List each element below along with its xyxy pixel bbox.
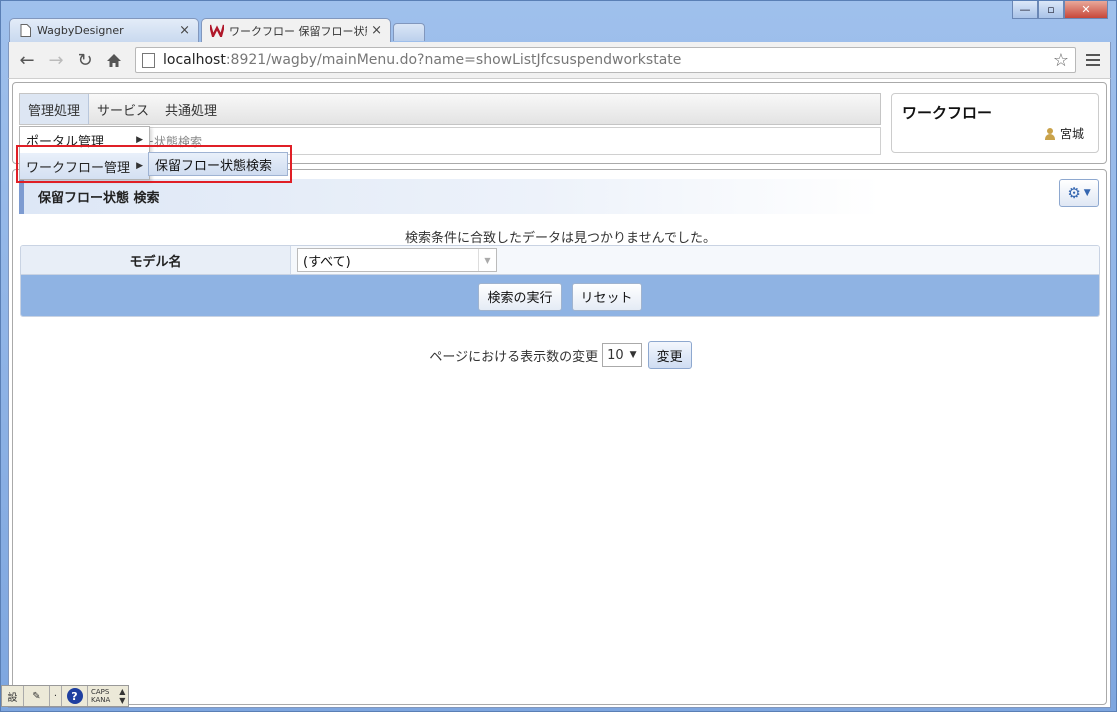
- gears-icon: ⚙: [1067, 184, 1081, 202]
- model-name-label: モデル名: [21, 246, 291, 274]
- app-title: ワークフロー: [902, 104, 993, 122]
- url-path: :8921/wagby/mainMenu.do?name=showListJfc…: [225, 52, 682, 68]
- tab-workflow[interactable]: ワークフロー 保留フロー状態検 ×: [201, 18, 391, 42]
- tab-title: ワークフロー 保留フロー状態検: [229, 24, 367, 38]
- caps-label: CAPS: [91, 688, 110, 696]
- page-size-control: ページにおける表示数の変更 10 ▼ 変更: [9, 340, 1112, 370]
- submenu-item-suspended-flow-search[interactable]: 保留フロー状態検索: [148, 152, 288, 176]
- tab-title: WagbyDesigner: [37, 24, 124, 37]
- settings-menu-button[interactable]: ⚙ ▼: [1059, 179, 1099, 207]
- maximize-button[interactable]: ▫: [1038, 1, 1064, 19]
- chevron-down-icon: ▼: [478, 249, 496, 271]
- model-name-cell: (すべて) ▼: [291, 246, 1099, 274]
- menu-service[interactable]: サービス: [89, 94, 157, 124]
- window-controls: — ▫ ✕: [1012, 1, 1108, 19]
- close-window-button[interactable]: ✕: [1064, 1, 1108, 19]
- url-host: localhost: [163, 52, 226, 68]
- tab-wagbydesigner[interactable]: WagbyDesigner ×: [9, 18, 199, 42]
- search-row-model: モデル名 (すべて) ▼: [21, 246, 1099, 274]
- section-title-text: 保留フロー状態 検索: [38, 191, 160, 206]
- browser-toolbar: ← → ↻ localhost:8921/wagby/mainMenu.do?n…: [8, 42, 1111, 78]
- menu-item-label: ポータル管理: [26, 134, 105, 150]
- page-icon: [18, 24, 32, 38]
- reload-icon[interactable]: ↻: [73, 48, 97, 72]
- browser-window: — ▫ ✕ WagbyDesigner × ワークフロー 保留フロー状態検 × …: [0, 0, 1117, 712]
- ime-help-button[interactable]: ?: [62, 686, 88, 706]
- section-title: 保留フロー状態 検索: [19, 179, 881, 214]
- search-form: モデル名 (すべて) ▼ 検索の実行 リセット: [20, 245, 1100, 317]
- chevron-down-icon: ▼: [1083, 188, 1091, 198]
- page-icon: [142, 52, 155, 68]
- search-button-bar: 検索の実行 リセット: [21, 274, 1099, 316]
- forward-arrow-icon[interactable]: →: [44, 48, 68, 72]
- user-icon: [1044, 127, 1055, 140]
- home-icon[interactable]: [102, 48, 126, 72]
- admin-dropdown-menu: ポータル管理 ▶ ワークフロー管理 ▶: [19, 126, 150, 180]
- menu-item-label: ワークフロー管理: [26, 160, 131, 176]
- no-results-message: 検索条件に合致したデータは見つかりませんでした。: [405, 231, 716, 246]
- user-name: 宮城: [1059, 127, 1084, 141]
- minimize-button[interactable]: —: [1012, 1, 1038, 19]
- model-name-value: (すべて): [303, 254, 351, 270]
- page-size-value: 10: [607, 347, 624, 363]
- help-icon: ?: [66, 688, 83, 704]
- bookmark-star-icon[interactable]: ☆: [1053, 50, 1069, 71]
- tab-close-icon[interactable]: ×: [179, 23, 190, 38]
- menu-item-portal-admin[interactable]: ポータル管理 ▶: [20, 127, 149, 153]
- new-tab-button[interactable]: [393, 23, 425, 41]
- reset-button[interactable]: リセット: [571, 282, 642, 311]
- wagby-logo-icon: [210, 24, 224, 38]
- ime-tool-icon[interactable]: ✎: [24, 686, 50, 706]
- web-page: 管理処理 サービス 共通処理 ロー状態検索 ワークフロー 宮城 保留フロー状態 …: [8, 78, 1111, 708]
- submenu-arrow-icon: ▶: [136, 161, 143, 171]
- kana-label: KANA: [91, 696, 111, 704]
- menu-common[interactable]: 共通処理: [157, 94, 225, 124]
- model-name-select[interactable]: (すべて) ▼: [297, 248, 497, 272]
- page-size-label: ページにおける表示数の変更: [429, 349, 599, 365]
- browser-menu-icon[interactable]: [1082, 48, 1104, 72]
- back-arrow-icon[interactable]: ←: [15, 48, 39, 72]
- menu-bar: 管理処理 サービス 共通処理: [19, 93, 881, 125]
- chevron-down-icon: ▼: [629, 350, 637, 360]
- tab-close-icon[interactable]: ×: [371, 23, 382, 38]
- caps-kana-indicator: CAPS KANA: [88, 688, 113, 704]
- address-bar[interactable]: localhost:8921/wagby/mainMenu.do?name=sh…: [135, 47, 1076, 73]
- tab-strip: WagbyDesigner × ワークフロー 保留フロー状態検 ×: [9, 18, 425, 42]
- submenu-arrow-icon: ▶: [136, 135, 143, 145]
- user-box: ワークフロー 宮城: [891, 93, 1099, 153]
- user-info: 宮城: [1044, 125, 1084, 142]
- ime-mode-icon[interactable]: 設: [2, 686, 24, 706]
- search-execute-button[interactable]: 検索の実行: [478, 282, 562, 311]
- menu-item-workflow-admin[interactable]: ワークフロー管理 ▶: [20, 153, 149, 179]
- change-page-size-button[interactable]: 変更: [647, 341, 692, 369]
- ime-arrows-icon[interactable]: ▲ ▼: [119, 687, 125, 705]
- ime-option-icon[interactable]: ·: [50, 686, 62, 706]
- menu-admin[interactable]: 管理処理: [20, 94, 90, 124]
- page-size-select[interactable]: 10 ▼: [602, 343, 642, 367]
- ime-toolbar: 設 ✎ · ? CAPS KANA ▲ ▼: [1, 685, 129, 707]
